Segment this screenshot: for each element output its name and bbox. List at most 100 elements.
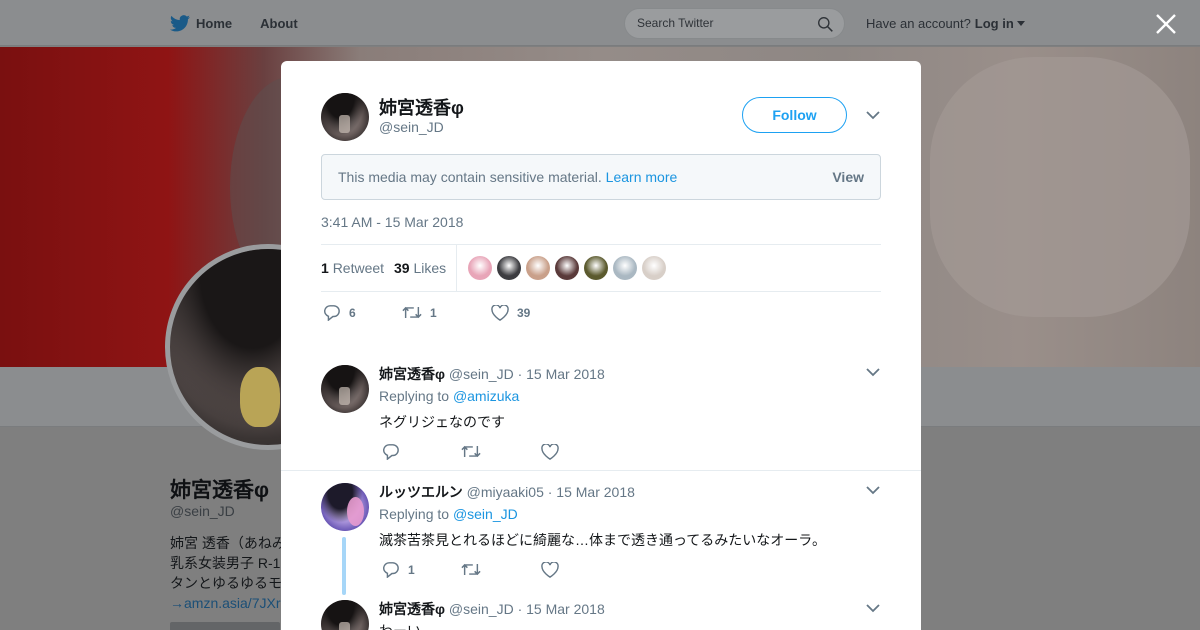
heart-icon [541, 443, 559, 460]
replying-to: Replying to @amizuka [379, 388, 519, 404]
avatar[interactable] [321, 600, 369, 630]
profile-bio-line: 姉宮 透香（あねみ [170, 535, 286, 551]
chevron-down-icon[interactable] [866, 367, 880, 377]
close-icon[interactable] [1154, 12, 1178, 36]
like-stat-label: Likes [413, 260, 447, 276]
liker-avatar[interactable] [642, 256, 666, 280]
liker-avatar[interactable] [497, 256, 521, 280]
replying-to-link[interactable]: @sein_JD [453, 506, 518, 522]
tweet-author-handle[interactable]: @sein_JD [379, 119, 444, 135]
retweet-icon [461, 445, 481, 458]
tweet-modal: 姉宮透香φ @sein_JD Follow This media may con… [281, 61, 921, 630]
chevron-down-icon[interactable] [866, 485, 880, 495]
avatar[interactable] [321, 93, 369, 141]
reply-text: わーい [379, 621, 421, 630]
reply-tweet[interactable]: ルッツエルン @miyaaki05 · 15 Mar 2018 Replying… [281, 471, 921, 596]
twitter-bird-icon [170, 14, 190, 31]
profile-handle: @sein_JD [170, 503, 235, 519]
tweet-actions: 6 1 39 [323, 304, 530, 321]
retweet-action[interactable] [461, 444, 541, 459]
liker-avatar[interactable] [468, 256, 492, 280]
chevron-down-icon[interactable] [866, 110, 880, 120]
profile-name: 姉宮透香φ [170, 479, 270, 502]
nav-home[interactable]: Home [170, 14, 233, 32]
retweet-stat[interactable]: 1 Retweet [321, 260, 384, 276]
search-icon[interactable] [817, 16, 834, 33]
heart-icon [491, 304, 509, 321]
retweet-stat-label: Retweet [332, 260, 385, 276]
retweet-icon [402, 306, 422, 319]
reply-text: 滅茶苦茶見とれるほどに綺麗な…体まで透き通ってるみたいなオーラ。 [379, 532, 827, 548]
reply-meta: @sein_JD · 15 Mar 2018 [448, 601, 605, 617]
reply-count: 6 [349, 305, 356, 320]
heart-icon [541, 561, 559, 578]
reply-tweet[interactable]: 姉宮透香φ @sein_JD · 15 Mar 2018 Replying to… [281, 351, 921, 470]
nav-about[interactable]: About [260, 16, 298, 31]
caret-down-icon [1016, 20, 1025, 26]
reply-tweet[interactable]: 姉宮透香φ @sein_JD · 15 Mar 2018 わーい [281, 596, 921, 630]
retweet-icon [461, 563, 481, 576]
reply-icon [383, 444, 399, 460]
tweet-timestamp[interactable]: 3:41 AM - 15 Mar 2018 [321, 214, 463, 230]
reply-author[interactable]: ルッツエルン @miyaaki05 · 15 Mar 2018 [379, 482, 635, 502]
sensitive-message: This media may contain sensitive materia… [338, 169, 677, 185]
like-count: 39 [517, 305, 531, 320]
liker-avatar[interactable] [555, 256, 579, 280]
like-action[interactable] [541, 443, 567, 460]
reply-action[interactable]: 1 [382, 561, 461, 578]
reply-author[interactable]: 姉宮透香φ @sein_JD · 15 Mar 2018 [379, 599, 605, 619]
reply-icon [383, 562, 399, 578]
retweet-stat-count: 1 [321, 260, 329, 276]
profile-bio-line: タンとゆるゆるモ [170, 575, 282, 591]
view-media-button[interactable]: View [832, 169, 864, 185]
replying-to-prefix: Replying to [379, 388, 450, 404]
nav-about-label: About [260, 15, 298, 31]
sensitive-text: This media may contain sensitive materia… [338, 169, 602, 185]
reply-count: 1 [408, 562, 415, 577]
sensitive-media-warning: This media may contain sensitive materia… [321, 154, 881, 200]
search-input[interactable] [637, 16, 807, 30]
replying-to-prefix: Replying to [379, 506, 450, 522]
reply-author-name: 姉宮透香φ [379, 601, 446, 617]
profile-bio-link[interactable]: →amzn.asia/7JXr [170, 593, 290, 613]
like-stat[interactable]: 39 Likes [394, 260, 446, 276]
profile-bio-line: 乳系女装男子 R-1 [170, 555, 281, 571]
account-area: Have an account? Log in [866, 16, 1025, 31]
liker-avatar[interactable] [613, 256, 637, 280]
retweet-action[interactable]: 1 [402, 305, 491, 320]
tweet-author-name[interactable]: 姉宮透香φ [379, 94, 464, 120]
search-box[interactable] [624, 8, 845, 39]
replying-to-link[interactable]: @amizuka [453, 388, 519, 404]
reply-action[interactable]: 6 [323, 304, 402, 321]
account-prompt: Have an account? [866, 16, 971, 31]
reply-author-name: 姉宮透香φ [379, 366, 446, 382]
reply-action[interactable] [382, 443, 461, 460]
learn-more-link[interactable]: Learn more [606, 169, 678, 185]
avatar[interactable] [321, 483, 369, 531]
login-button[interactable]: Log in [975, 16, 1025, 31]
chevron-down-icon[interactable] [866, 603, 880, 613]
avatar[interactable] [321, 365, 369, 413]
follow-button[interactable]: Follow [742, 97, 847, 133]
liker-avatar[interactable] [584, 256, 608, 280]
top-nav: Home About Have an account? Log in [0, 0, 1200, 46]
retweet-action[interactable] [461, 562, 541, 577]
like-action[interactable]: 39 [491, 304, 531, 321]
profile-bio: 姉宮 透香（あねみ 乳系女装男子 R-1 タンとゆるゆるモ →amzn.asia… [170, 533, 290, 613]
reply-text: ネグリジェなのです [379, 414, 505, 430]
replying-to: Replying to @sein_JD [379, 506, 518, 522]
main-tweet: 姉宮透香φ @sein_JD Follow This media may con… [281, 61, 921, 351]
nav-home-label: Home [196, 15, 233, 31]
login-label: Log in [974, 16, 1014, 31]
reply-author[interactable]: 姉宮透香φ @sein_JD · 15 Mar 2018 [379, 364, 605, 384]
reply-author-name: ルッツエルン [379, 484, 463, 500]
retweet-count: 1 [430, 305, 437, 320]
liker-avatar[interactable] [526, 256, 550, 280]
profile-location [170, 622, 280, 630]
like-stat-count: 39 [394, 260, 410, 276]
like-action[interactable] [541, 561, 567, 578]
thread-line [342, 537, 346, 595]
reply-meta: @sein_JD · 15 Mar 2018 [448, 366, 605, 382]
reply-meta: @miyaaki05 · 15 Mar 2018 [466, 484, 635, 500]
tweet-stats: 1 Retweet 39 Likes [321, 244, 881, 292]
